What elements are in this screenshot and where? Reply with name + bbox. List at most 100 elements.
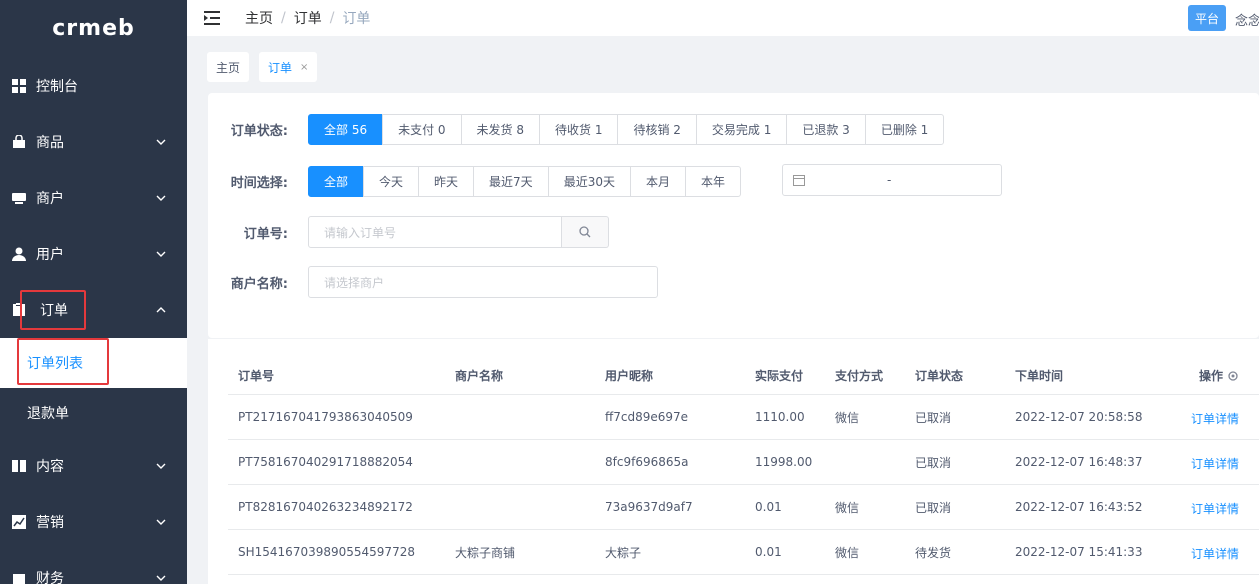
order-no-input[interactable]: 请输入订单号 — [308, 216, 562, 248]
order-detail-link[interactable]: 订单详情 — [1191, 395, 1239, 439]
time-option-month[interactable]: 本月 — [629, 166, 686, 197]
status-option-unshipped[interactable]: 未发货 8 — [460, 114, 540, 145]
menu-fold-icon[interactable] — [204, 11, 220, 25]
cell-paid: 11998.00 — [755, 455, 813, 469]
time-option-year[interactable]: 本年 — [684, 166, 741, 197]
breadcrumb-item[interactable]: 订单 — [294, 8, 322, 28]
cell-time: 2022-12-07 16:43:52 — [1015, 500, 1143, 514]
cell-nickname: ff7cd89e697e — [605, 410, 689, 424]
search-icon — [579, 226, 591, 238]
gear-icon[interactable] — [1227, 370, 1239, 382]
merchant-row: 商户名称: 请选择商户 — [208, 266, 658, 298]
order-detail-link[interactable]: 订单详情 — [1191, 530, 1239, 574]
column-header: 订单状态 — [915, 369, 964, 383]
status-option-to-verify[interactable]: 待核销 2 — [617, 114, 697, 145]
highlight-box-order-list — [17, 338, 109, 385]
column-header-actions: 操作 — [1199, 367, 1239, 384]
cell-merchant: 大粽子商铺 — [455, 545, 516, 560]
username[interactable]: 念念 — [1235, 10, 1259, 29]
sidebar-item-finance[interactable]: 财务 — [0, 550, 187, 584]
sidebar-item-users[interactable]: 用户 — [0, 226, 187, 282]
status-option-all[interactable]: 全部 56 — [308, 114, 384, 145]
cell-order-no: PT828167040263234892172 — [238, 500, 413, 514]
status-option-unpaid[interactable]: 未支付 0 — [382, 114, 462, 145]
chevron-down-icon — [156, 139, 166, 145]
cell-status: 已取消 — [915, 410, 952, 425]
table-row: SH154167039890554597728 大粽子商铺 大粽子 0.01 微… — [228, 530, 1259, 575]
cell-time: 2022-12-07 20:58:58 — [1015, 410, 1143, 424]
chevron-down-icon — [156, 519, 166, 525]
status-option-deleted[interactable]: 已删除 1 — [864, 114, 945, 145]
column-header: 支付方式 — [835, 369, 884, 383]
cell-status: 已取消 — [915, 455, 952, 470]
platform-button[interactable]: 平台 — [1187, 5, 1226, 31]
column-header: 商户名称 — [455, 369, 504, 383]
cell-paid: 0.01 — [755, 500, 782, 514]
tag-orders[interactable]: 订单 × — [259, 52, 318, 82]
status-option-completed[interactable]: 交易完成 1 — [695, 114, 788, 145]
cell-status: 已取消 — [915, 500, 952, 515]
sidebar-item-merchants[interactable]: 商户 — [0, 170, 187, 226]
filter-card: 订单状态: 全部 56 未支付 0 未发货 8 待收货 1 待核销 2 交易完成… — [208, 93, 1259, 338]
close-icon[interactable]: × — [300, 62, 308, 73]
order-search-button[interactable] — [562, 216, 609, 248]
cell-order-no: SH154167039890554597728 — [238, 545, 415, 559]
tag-label: 主页 — [216, 60, 241, 75]
submenu-item-label: 退款单 — [27, 406, 69, 422]
chevron-up-icon — [156, 307, 166, 313]
time-option-today[interactable]: 今天 — [363, 166, 420, 197]
logo: crmeb — [52, 15, 135, 41]
submenu-item-refunds[interactable]: 退款单 — [0, 388, 187, 438]
date-range-picker[interactable]: - — [782, 164, 1002, 196]
sidebar-item-label: 用户 — [36, 247, 64, 263]
column-header: 操作 — [1199, 369, 1224, 383]
chevron-down-icon — [156, 575, 166, 581]
time-option-7days[interactable]: 最近7天 — [473, 166, 549, 197]
calendar-icon — [793, 175, 805, 186]
sidebar-item-marketing[interactable]: 营销 — [0, 494, 187, 550]
tag-home[interactable]: 主页 — [207, 52, 250, 82]
status-option-refunded[interactable]: 已退款 3 — [786, 114, 866, 145]
cell-paid: 1110.00 — [755, 410, 805, 424]
breadcrumb-separator: / — [281, 10, 286, 26]
merchant-select[interactable]: 请选择商户 — [308, 266, 658, 298]
time-option-yesterday[interactable]: 昨天 — [418, 166, 475, 197]
merchant-label: 商户名称: — [230, 276, 288, 292]
sidebar-item-content[interactable]: 内容 — [0, 438, 187, 494]
chevron-down-icon — [156, 251, 166, 257]
date-range-separator: - — [887, 173, 892, 187]
order-detail-link[interactable]: 订单详情 — [1191, 485, 1239, 529]
sidebar-item-label: 商户 — [36, 191, 64, 207]
table-row: PT758167040291718882054 8fc9f696865a 119… — [228, 440, 1259, 485]
cell-time: 2022-12-07 15:41:33 — [1015, 545, 1143, 559]
highlight-box-orders — [20, 290, 86, 330]
breadcrumb-separator: / — [329, 10, 335, 26]
time-option-all[interactable]: 全部 — [308, 166, 365, 197]
column-header: 订单号 — [238, 369, 275, 383]
dashboard-icon — [11, 78, 27, 94]
cell-paid: 0.01 — [755, 545, 782, 559]
sidebar-item-dashboard[interactable]: 控制台 — [0, 58, 187, 114]
table-header: 订单号 商户名称 用户昵称 实际支付 支付方式 订单状态 下单时间 操作 — [228, 357, 1259, 395]
tag-label: 订单 — [268, 60, 293, 75]
time-option-30days[interactable]: 最近30天 — [547, 166, 631, 197]
cell-nickname: 8fc9f696865a — [605, 455, 689, 469]
bag-icon — [11, 134, 27, 150]
cell-order-no: PT217167041793863040509 — [238, 410, 413, 424]
cell-order-no: PT758167040291718882054 — [238, 455, 413, 469]
sidebar-item-products[interactable]: 商品 — [0, 114, 187, 170]
breadcrumb-item-current: 订单 — [342, 11, 371, 27]
table-row: PT217167041793863040509 ff7cd89e697e 111… — [228, 395, 1259, 440]
status-option-to-receive[interactable]: 待收货 1 — [539, 114, 619, 145]
top-header: 主页 / 订单 / 订单 平台 念念 — [187, 0, 1259, 36]
breadcrumb-item[interactable]: 主页 — [245, 8, 273, 28]
cell-pay-way: 微信 — [835, 545, 860, 560]
order-detail-link[interactable]: 订单详情 — [1191, 440, 1239, 484]
status-filter-row: 订单状态: 全部 56 未支付 0 未发货 8 待收货 1 待核销 2 交易完成… — [208, 114, 945, 145]
table-row: PT828167040263234892172 73a9637d9af7 0.0… — [228, 485, 1259, 530]
sidebar-item-label: 商品 — [36, 135, 64, 151]
sidebar: crmeb 控制台 商品 商户 用户 订单 订单列表 退款单 内容 营销 财务 — [0, 0, 187, 584]
time-filter-row: 时间选择: 全部 今天 昨天 最近7天 最近30天 本月 本年 — [208, 166, 741, 197]
order-no-label: 订单号: — [243, 226, 288, 242]
status-filter-group: 全部 56 未支付 0 未发货 8 待收货 1 待核销 2 交易完成 1 已退款… — [308, 114, 945, 145]
